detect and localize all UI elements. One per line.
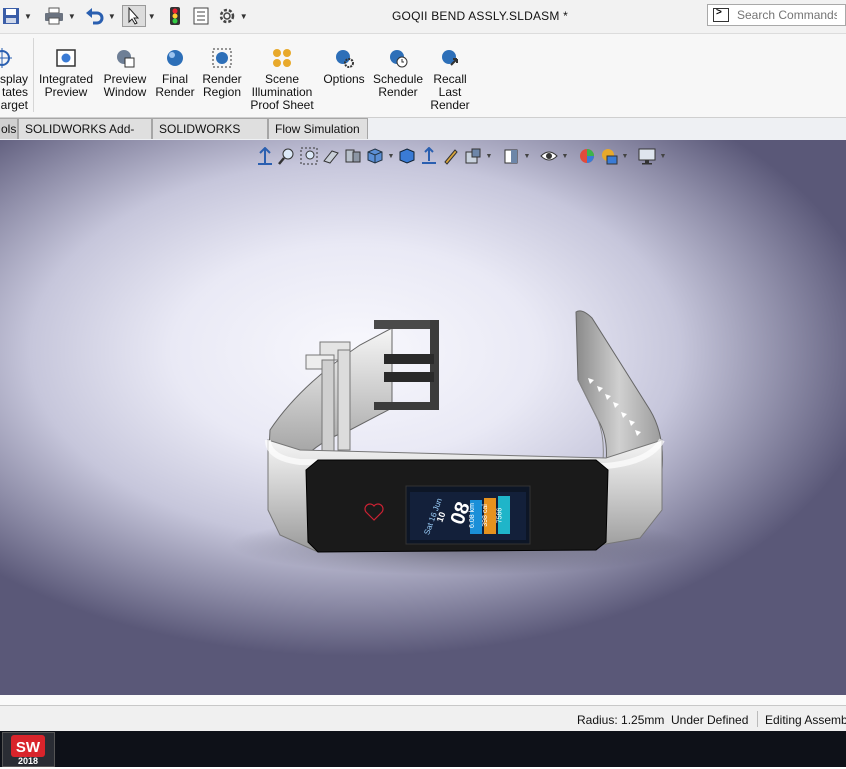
command-prompt-icon bbox=[713, 7, 729, 22]
options-ribbon-button[interactable]: Options bbox=[320, 46, 368, 86]
solidworks-taskbar-button[interactable]: SW 2018 bbox=[2, 732, 55, 767]
command-manager-tabs: ols SOLIDWORKS Add-Ins SOLIDWORKS MBD Fl… bbox=[0, 118, 846, 157]
render-region-button[interactable]: Render Region bbox=[200, 46, 244, 99]
scene-illumination-proof-sheet-button[interactable]: Scene Illumination Proof Sheet bbox=[248, 46, 316, 112]
proof-sheet-label3: Proof Sheet bbox=[250, 98, 314, 112]
final-render-icon bbox=[167, 50, 183, 66]
fitness-band-model[interactable] bbox=[0, 140, 846, 695]
search-commands-input[interactable] bbox=[735, 7, 839, 23]
save-caret-icon[interactable]: ▼ bbox=[24, 12, 32, 21]
final-render-label2: Render bbox=[155, 85, 195, 99]
select-icon bbox=[128, 7, 139, 25]
tab-solidworks-mbd[interactable]: SOLIDWORKS MBD bbox=[152, 118, 268, 157]
status-radius: Radius: 1.25mm bbox=[577, 713, 665, 727]
render-region-icon bbox=[212, 48, 232, 68]
recall-last-render-button[interactable]: Recall Last Render bbox=[428, 46, 472, 112]
watch-stat-distance: 6.08 km bbox=[468, 503, 476, 528]
select-caret-icon[interactable]: ▼ bbox=[148, 12, 156, 21]
tab-solidworks-add-ins[interactable]: SOLIDWORKS Add-Ins bbox=[18, 118, 152, 157]
schedule-render-label2: Render bbox=[378, 85, 418, 99]
select-button[interactable] bbox=[121, 5, 146, 27]
status-editing-mode: Editing Assemb bbox=[765, 713, 846, 727]
logo-text: SW bbox=[16, 739, 41, 756]
file-properties-icon bbox=[193, 7, 209, 25]
preview-window-icon bbox=[117, 50, 135, 68]
graphics-area[interactable]: ▼ ▼ ▼ ▼ ▼ ▼ Sat 16 Jun 10 08 6.08 km 398… bbox=[0, 140, 846, 695]
save-button[interactable] bbox=[0, 5, 22, 27]
integrated-preview-label2: Preview bbox=[44, 85, 88, 99]
render-region-label2: Region bbox=[202, 85, 242, 99]
partial-label-line3: arget bbox=[0, 98, 28, 112]
undo-button[interactable] bbox=[84, 5, 106, 27]
viewport-bottom-edge bbox=[0, 695, 846, 705]
rebuild-button[interactable] bbox=[164, 5, 186, 27]
document-title: GOQII BEND ASSLY.SLDASM * bbox=[392, 9, 568, 23]
undo-icon bbox=[85, 8, 104, 25]
display-states-target-button[interactable]: splay tates arget bbox=[0, 46, 28, 112]
options-icon bbox=[219, 8, 234, 24]
print-button[interactable] bbox=[42, 5, 66, 27]
proof-sheet-icon bbox=[273, 49, 291, 67]
final-render-button[interactable]: Final Render bbox=[154, 46, 196, 99]
schedule-render-button[interactable]: Schedule Render bbox=[372, 46, 424, 99]
options-button[interactable] bbox=[216, 5, 238, 27]
preview-window-button[interactable]: Preview Window bbox=[100, 46, 150, 99]
options-caret-icon[interactable]: ▼ bbox=[240, 12, 248, 21]
watch-stat-steps: 7566 bbox=[496, 507, 504, 524]
preview-window-label2: Window bbox=[103, 85, 147, 99]
taskbar: SW 2018 bbox=[0, 731, 846, 767]
integrated-preview-button[interactable]: Integrated Preview bbox=[36, 46, 96, 99]
print-caret-icon[interactable]: ▼ bbox=[68, 12, 76, 21]
tab-flow-simulation[interactable]: Flow Simulation bbox=[268, 118, 368, 139]
logo-year: 2018 bbox=[18, 756, 38, 766]
recall-last-render-icon bbox=[442, 50, 458, 66]
status-separator bbox=[757, 711, 758, 727]
tab-tools[interactable]: ols bbox=[0, 118, 18, 139]
target-icon bbox=[0, 48, 12, 68]
undo-caret-icon[interactable]: ▼ bbox=[108, 12, 116, 21]
options-label: Options bbox=[323, 72, 365, 86]
print-icon bbox=[44, 7, 63, 25]
ribbon-separator bbox=[33, 38, 34, 112]
schedule-render-icon bbox=[390, 50, 408, 68]
search-commands-box[interactable] bbox=[707, 4, 846, 26]
save-icon bbox=[3, 8, 19, 24]
recall-label3: Render bbox=[430, 98, 470, 112]
status-definition-state: Under Defined bbox=[671, 713, 749, 727]
command-manager-ribbon: splay tates arget Integrated Preview Pre… bbox=[0, 34, 846, 118]
render-options-icon bbox=[336, 50, 354, 68]
status-bar: Radius: 1.25mm Under Defined Editing Ass… bbox=[0, 705, 846, 732]
solidworks-logo-icon: SW 2018 bbox=[11, 735, 45, 766]
file-properties-button[interactable] bbox=[190, 5, 212, 27]
watch-stat-calories: 398 cal bbox=[481, 504, 489, 527]
rebuild-icon bbox=[169, 7, 180, 25]
integrated-preview-icon bbox=[56, 49, 76, 67]
title-bar: ▼ ▼ ▼ ▼ ▼ GOQII BEND ASSLY.SLDASM * bbox=[0, 0, 846, 34]
